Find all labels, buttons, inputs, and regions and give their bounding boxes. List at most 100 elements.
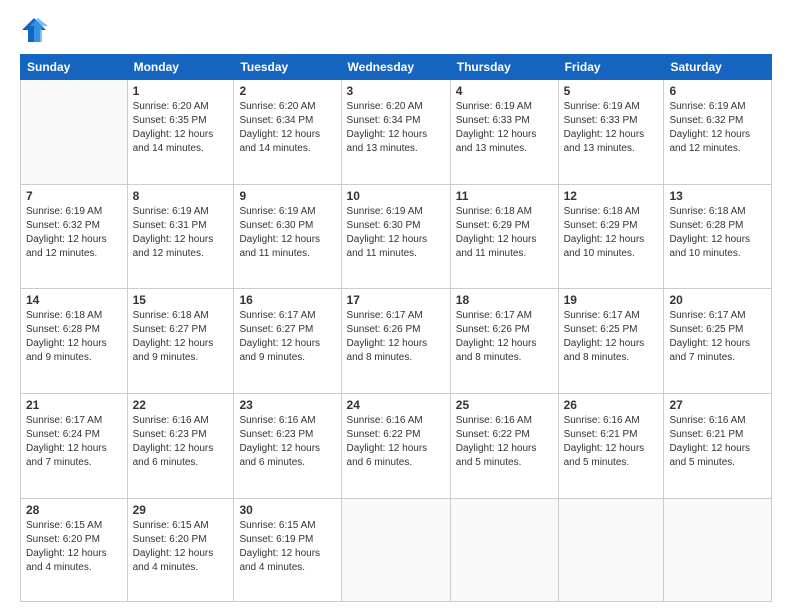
day-info: Sunrise: 6:19 AM Sunset: 6:32 PM Dayligh… [26, 205, 122, 261]
calendar-cell: 7 Sunrise: 6:19 AM Sunset: 6:32 PM Daylig… [21, 184, 128, 289]
day-number: 28 [26, 503, 122, 517]
calendar-cell: 17Sunrise: 6:17 AM Sunset: 6:26 PM Dayli… [341, 289, 450, 394]
day-number: 20 [669, 293, 766, 307]
day-number: 4 [456, 84, 553, 98]
day-info: Sunrise: 6:19 AM Sunset: 6:30 PM Dayligh… [239, 205, 335, 261]
day-info: Sunrise: 6:20 AM Sunset: 6:34 PM Dayligh… [239, 100, 335, 156]
day-number: 7 [26, 189, 122, 203]
day-info: Sunrise: 6:15 AM Sunset: 6:20 PM Dayligh… [133, 519, 229, 575]
calendar-cell: 26 Sunrise: 6:16 AM Sunset: 6:21 PM Dayli… [558, 393, 664, 498]
week-row-1: 7 Sunrise: 6:19 AM Sunset: 6:32 PM Daylig… [21, 184, 772, 289]
day-info: Sunrise: 6:17 AM Sunset: 6:25 PM Dayligh… [669, 309, 766, 365]
calendar-cell: 29 Sunrise: 6:15 AM Sunset: 6:20 PM Dayli… [127, 498, 234, 601]
day-info: Sunrise: 6:18 AM Sunset: 6:29 PM Dayligh… [564, 205, 659, 261]
week-row-2: 14Sunrise: 6:18 AM Sunset: 6:28 PM Dayli… [21, 289, 772, 394]
calendar-cell: 4 Sunrise: 6:19 AM Sunset: 6:33 PM Daylig… [450, 80, 558, 185]
day-info: Sunrise: 6:20 AM Sunset: 6:35 PM Dayligh… [133, 100, 229, 156]
calendar-cell: 12 Sunrise: 6:18 AM Sunset: 6:29 PM Dayli… [558, 184, 664, 289]
calendar-cell: 30 Sunrise: 6:15 AM Sunset: 6:19 PM Dayli… [234, 498, 341, 601]
logo [20, 16, 52, 44]
page: SundayMondayTuesdayWednesdayThursdayFrid… [0, 0, 792, 612]
calendar-cell: 28 Sunrise: 6:15 AM Sunset: 6:20 PM Dayli… [21, 498, 128, 601]
day-info: Sunrise: 6:19 AM Sunset: 6:31 PM Dayligh… [133, 205, 229, 261]
week-row-3: 21 Sunrise: 6:17 AM Sunset: 6:24 PM Dayli… [21, 393, 772, 498]
day-info: Sunrise: 6:19 AM Sunset: 6:30 PM Dayligh… [347, 205, 445, 261]
calendar-cell: 19 Sunrise: 6:17 AM Sunset: 6:25 PM Dayli… [558, 289, 664, 394]
calendar: SundayMondayTuesdayWednesdayThursdayFrid… [20, 54, 772, 602]
day-number: 26 [564, 398, 659, 412]
calendar-cell: 10 Sunrise: 6:19 AM Sunset: 6:30 PM Dayli… [341, 184, 450, 289]
day-number: 25 [456, 398, 553, 412]
day-info: Sunrise: 6:16 AM Sunset: 6:22 PM Dayligh… [456, 414, 553, 470]
day-info: Sunrise: 6:18 AM Sunset: 6:29 PM Dayligh… [456, 205, 553, 261]
day-info: Sunrise: 6:15 AM Sunset: 6:20 PM Dayligh… [26, 519, 122, 575]
calendar-cell: 13 Sunrise: 6:18 AM Sunset: 6:28 PM Dayli… [664, 184, 772, 289]
calendar-cell: 18 Sunrise: 6:17 AM Sunset: 6:26 PM Dayli… [450, 289, 558, 394]
day-number: 16 [239, 293, 335, 307]
weekday-header-row: SundayMondayTuesdayWednesdayThursdayFrid… [21, 55, 772, 80]
day-info: Sunrise: 6:19 AM Sunset: 6:33 PM Dayligh… [564, 100, 659, 156]
calendar-cell: 6 Sunrise: 6:19 AM Sunset: 6:32 PM Daylig… [664, 80, 772, 185]
day-number: 27 [669, 398, 766, 412]
calendar-cell: 25 Sunrise: 6:16 AM Sunset: 6:22 PM Dayli… [450, 393, 558, 498]
weekday-monday: Monday [127, 55, 234, 80]
calendar-cell: 9 Sunrise: 6:19 AM Sunset: 6:30 PM Daylig… [234, 184, 341, 289]
day-info: Sunrise: 6:19 AM Sunset: 6:33 PM Dayligh… [456, 100, 553, 156]
day-info: Sunrise: 6:17 AM Sunset: 6:25 PM Dayligh… [564, 309, 659, 365]
day-info: Sunrise: 6:18 AM Sunset: 6:27 PM Dayligh… [133, 309, 229, 365]
day-info: Sunrise: 6:17 AM Sunset: 6:24 PM Dayligh… [26, 414, 122, 470]
calendar-cell: 27 Sunrise: 6:16 AM Sunset: 6:21 PM Dayli… [664, 393, 772, 498]
day-number: 21 [26, 398, 122, 412]
day-number: 6 [669, 84, 766, 98]
day-number: 24 [347, 398, 445, 412]
day-number: 19 [564, 293, 659, 307]
calendar-cell: 5Sunrise: 6:19 AM Sunset: 6:33 PM Daylig… [558, 80, 664, 185]
weekday-friday: Friday [558, 55, 664, 80]
calendar-cell: 24Sunrise: 6:16 AM Sunset: 6:22 PM Dayli… [341, 393, 450, 498]
day-info: Sunrise: 6:18 AM Sunset: 6:28 PM Dayligh… [669, 205, 766, 261]
calendar-cell: 20 Sunrise: 6:17 AM Sunset: 6:25 PM Dayli… [664, 289, 772, 394]
day-info: Sunrise: 6:20 AM Sunset: 6:34 PM Dayligh… [347, 100, 445, 156]
calendar-cell [664, 498, 772, 601]
day-number: 8 [133, 189, 229, 203]
day-info: Sunrise: 6:18 AM Sunset: 6:28 PM Dayligh… [26, 309, 122, 365]
calendar-cell: 16 Sunrise: 6:17 AM Sunset: 6:27 PM Dayli… [234, 289, 341, 394]
day-number: 23 [239, 398, 335, 412]
calendar-cell: 1 Sunrise: 6:20 AM Sunset: 6:35 PM Daylig… [127, 80, 234, 185]
calendar-cell: 3 Sunrise: 6:20 AM Sunset: 6:34 PM Daylig… [341, 80, 450, 185]
day-number: 13 [669, 189, 766, 203]
day-number: 17 [347, 293, 445, 307]
week-row-4: 28 Sunrise: 6:15 AM Sunset: 6:20 PM Dayli… [21, 498, 772, 601]
weekday-tuesday: Tuesday [234, 55, 341, 80]
day-number: 9 [239, 189, 335, 203]
day-info: Sunrise: 6:16 AM Sunset: 6:23 PM Dayligh… [239, 414, 335, 470]
day-number: 10 [347, 189, 445, 203]
day-number: 3 [347, 84, 445, 98]
day-number: 1 [133, 84, 229, 98]
weekday-saturday: Saturday [664, 55, 772, 80]
day-info: Sunrise: 6:16 AM Sunset: 6:21 PM Dayligh… [669, 414, 766, 470]
calendar-cell: 14Sunrise: 6:18 AM Sunset: 6:28 PM Dayli… [21, 289, 128, 394]
day-number: 22 [133, 398, 229, 412]
day-number: 11 [456, 189, 553, 203]
calendar-cell: 21 Sunrise: 6:17 AM Sunset: 6:24 PM Dayli… [21, 393, 128, 498]
day-info: Sunrise: 6:15 AM Sunset: 6:19 PM Dayligh… [239, 519, 335, 575]
day-info: Sunrise: 6:19 AM Sunset: 6:32 PM Dayligh… [669, 100, 766, 156]
weekday-thursday: Thursday [450, 55, 558, 80]
calendar-cell [341, 498, 450, 601]
day-info: Sunrise: 6:17 AM Sunset: 6:26 PM Dayligh… [456, 309, 553, 365]
weekday-wednesday: Wednesday [341, 55, 450, 80]
day-number: 18 [456, 293, 553, 307]
day-info: Sunrise: 6:16 AM Sunset: 6:21 PM Dayligh… [564, 414, 659, 470]
calendar-cell: 8 Sunrise: 6:19 AM Sunset: 6:31 PM Daylig… [127, 184, 234, 289]
week-row-0: 1 Sunrise: 6:20 AM Sunset: 6:35 PM Daylig… [21, 80, 772, 185]
day-number: 29 [133, 503, 229, 517]
calendar-cell: 11 Sunrise: 6:18 AM Sunset: 6:29 PM Dayli… [450, 184, 558, 289]
day-number: 15 [133, 293, 229, 307]
day-info: Sunrise: 6:17 AM Sunset: 6:27 PM Dayligh… [239, 309, 335, 365]
day-number: 30 [239, 503, 335, 517]
calendar-cell [450, 498, 558, 601]
header [20, 16, 772, 44]
day-number: 12 [564, 189, 659, 203]
calendar-cell: 15 Sunrise: 6:18 AM Sunset: 6:27 PM Dayli… [127, 289, 234, 394]
